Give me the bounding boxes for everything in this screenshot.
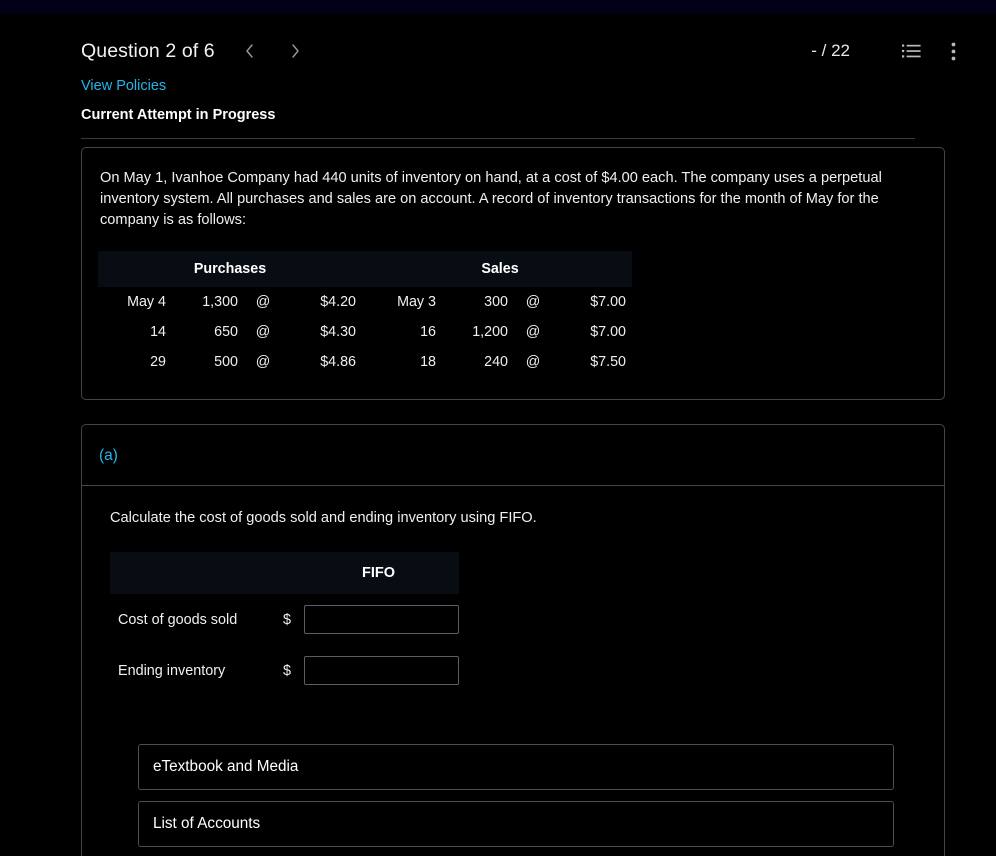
action-bar: Save for Later Attempts: 0 of 2 used Sub… <box>110 847 922 856</box>
ending-inventory-input[interactable] <box>304 656 459 685</box>
sale-price: $7.00 <box>590 324 626 340</box>
list-of-accounts-panel[interactable]: List of Accounts <box>138 801 894 847</box>
sale-qty: 240 <box>484 354 508 370</box>
attempt-status-text: Current Attempt in Progress <box>81 107 276 123</box>
sale-date: 18 <box>420 354 436 370</box>
question-text: On May 1, Ivanhoe Company had 440 units … <box>100 170 882 228</box>
list-icon[interactable] <box>898 38 924 64</box>
score-display: - / 22 <box>811 41 850 60</box>
cogs-input-cell <box>298 594 459 645</box>
sale-at: @ <box>525 354 541 370</box>
header-divider <box>81 138 915 139</box>
fifo-blank-header <box>110 552 276 594</box>
top-chrome-strip <box>0 0 996 14</box>
question-card: On May 1, Ivanhoe Company had 440 units … <box>81 147 945 400</box>
cost-of-goods-sold-input[interactable] <box>304 605 459 634</box>
sale-at: @ <box>525 324 541 340</box>
table-row: May 4 1,300 @ $4.20 May 3 300 @ $7.00 <box>98 287 632 317</box>
ending-inventory-label: Ending inventory <box>118 662 226 679</box>
currency-symbol: $ <box>282 662 291 679</box>
purchase-price: $4.86 <box>320 354 356 370</box>
purchase-price: $4.30 <box>320 324 356 340</box>
table-row: 14 650 @ $4.30 16 1,200 @ $7.00 <box>98 317 632 347</box>
table-row: 29 500 @ $4.86 18 240 @ $7.50 <box>98 347 632 377</box>
sales-header: Sales <box>368 251 632 287</box>
sale-price: $7.50 <box>590 354 626 370</box>
part-a-card: (a) Calculate the cost of goods sold and… <box>81 424 945 856</box>
sale-qty: 1,200 <box>472 324 508 340</box>
purchase-qty: 1,300 <box>202 294 238 310</box>
sale-date: May 3 <box>397 294 436 310</box>
sale-at: @ <box>525 294 541 310</box>
fifo-header-row: FIFO <box>110 552 459 594</box>
part-a-prompt: Calculate the cost of goods sold and end… <box>110 510 537 526</box>
table-header-row: Purchases Sales <box>98 251 632 287</box>
table-head: Purchases Sales <box>98 251 632 287</box>
purchase-at: @ <box>255 324 271 340</box>
chevron-right-icon[interactable] <box>285 40 307 62</box>
view-policies-link[interactable]: View Policies <box>81 78 166 94</box>
purchases-header: Purchases <box>98 251 362 287</box>
fifo-table-head: FIFO <box>110 552 459 594</box>
table-body: May 4 1,300 @ $4.20 May 3 300 @ $7.00 14… <box>98 287 632 377</box>
purchase-at: @ <box>255 294 271 310</box>
cost-of-goods-sold-label: Cost of goods sold <box>118 611 238 628</box>
fifo-answer-table: FIFO Cost of goods sold $ Ending invento… <box>110 552 459 696</box>
ending-inventory-input-cell <box>298 645 459 696</box>
fifo-column-header: FIFO <box>298 552 459 594</box>
question-header: Question 2 of 6 - / 22 <box>0 14 996 70</box>
inventory-transactions-table: Purchases Sales May 4 1,300 @ $4.20 May … <box>98 251 632 377</box>
purchase-qty: 650 <box>214 324 238 340</box>
part-a-body: Calculate the cost of goods sold and end… <box>82 486 944 856</box>
purchase-date: 14 <box>150 324 166 340</box>
part-a-label: (a) <box>99 447 118 464</box>
purchase-date: 29 <box>150 354 166 370</box>
fifo-table-body: Cost of goods sold $ Ending inventory $ <box>110 594 459 696</box>
sale-price: $7.00 <box>590 294 626 310</box>
fifo-row-ending-inventory: Ending inventory $ <box>110 645 459 696</box>
purchase-date: May 4 <box>127 294 166 310</box>
chevron-left-icon[interactable] <box>239 40 261 62</box>
sale-date: 16 <box>420 324 436 340</box>
currency-symbol: $ <box>282 611 291 628</box>
etextbook-and-media-panel[interactable]: eTextbook and Media <box>138 744 894 790</box>
more-vertical-icon[interactable] <box>940 38 966 64</box>
part-a-header: (a) <box>82 425 944 486</box>
assignment-page: Question 2 of 6 - / 22 View Policies Cur… <box>0 14 996 856</box>
purchase-price: $4.20 <box>320 294 356 310</box>
purchase-qty: 500 <box>214 354 238 370</box>
fifo-row-cogs: Cost of goods sold $ <box>110 594 459 645</box>
question-navigation <box>239 40 307 62</box>
page-title: Question 2 of 6 <box>81 39 215 62</box>
resource-panels: eTextbook and Media List of Accounts <box>110 744 922 847</box>
sale-qty: 300 <box>484 294 508 310</box>
fifo-currency-header <box>276 552 298 594</box>
purchase-at: @ <box>255 354 271 370</box>
